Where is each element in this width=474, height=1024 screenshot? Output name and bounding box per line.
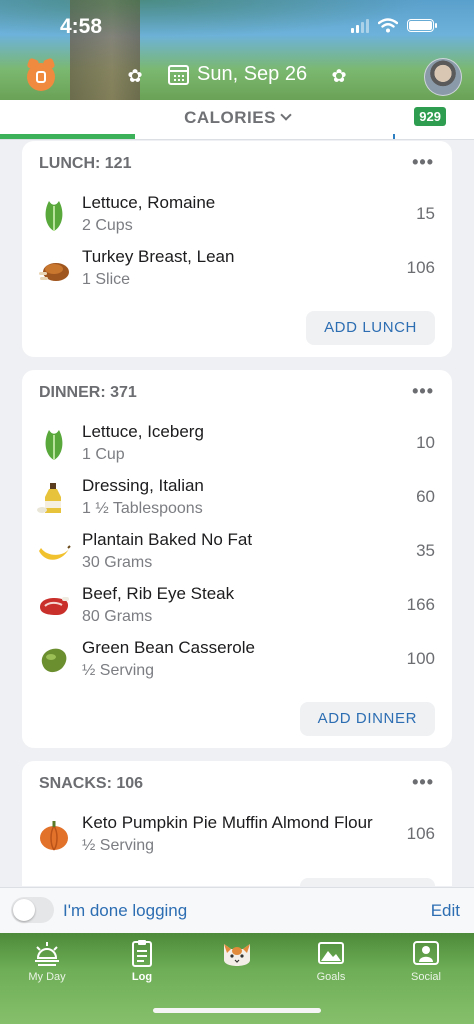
banana-icon (39, 545, 71, 560)
bean-icon (41, 648, 67, 673)
status-time: 4:58 (60, 15, 103, 38)
add-snacks-button[interactable] (300, 878, 435, 886)
food-name: Keto Pumpkin Pie Muffin Almond Flour (82, 813, 373, 832)
achievement-badge-icon[interactable] (27, 63, 55, 91)
food-row[interactable]: Dressing, Italian 1 ½ Tablespoons 60 (22, 474, 452, 528)
food-row[interactable]: Lettuce, Iceberg 1 Cup 10 (22, 420, 452, 474)
food-calories: 35 (416, 541, 435, 560)
food-calories: 15 (416, 204, 435, 223)
food-amount: ½ Serving (82, 837, 155, 854)
steak-icon (40, 597, 69, 615)
tab-label: Goals (316, 971, 346, 983)
people-icon (413, 941, 439, 965)
lettuce-icon (45, 201, 63, 231)
calories-label: CALORIES (184, 108, 276, 127)
next-day-paw-icon[interactable]: ✿ (328, 65, 350, 87)
dinner-card: DINNER: 371 ••• Lettuce, Iceberg 1 Cup 1… (22, 370, 452, 748)
done-logging-label: I'm done logging (63, 901, 188, 920)
food-amount: ½ Serving (82, 662, 155, 679)
food-amount: 30 Grams (82, 554, 153, 571)
turkey-icon (39, 263, 69, 281)
chevron-down-icon (280, 109, 292, 121)
lettuce-icon (45, 430, 63, 460)
done-logging-toggle[interactable] (11, 897, 54, 923)
previous-day-paw-icon[interactable]: ✿ (124, 65, 146, 87)
food-name: Green Bean Casserole (82, 638, 255, 657)
tab-log[interactable]: Log (112, 938, 172, 983)
add-lunch-button[interactable]: ADD LUNCH (306, 311, 435, 345)
food-row[interactable]: Green Bean Casserole ½ Serving 100 (22, 636, 452, 690)
food-amount: 80 Grams (82, 608, 153, 625)
food-name: Dressing, Italian (82, 476, 204, 495)
wifi-icon (378, 18, 398, 33)
food-calories: 166 (406, 595, 435, 614)
tab-mascot[interactable] (207, 938, 267, 975)
tab-label: My Day (28, 971, 66, 983)
snacks-title: SNACKS: 106 (39, 775, 144, 792)
date-selector[interactable]: Sun, Sep 26 (168, 63, 307, 86)
food-name: Turkey Breast, Lean (82, 247, 235, 266)
lunch-card: LUNCH: 121 ••• Lettuce, Romaine 2 Cups 1… (22, 141, 452, 357)
calories-remaining-badge: 929 (414, 107, 446, 126)
lunch-more-icon[interactable]: ••• (412, 152, 434, 173)
food-row[interactable]: Turkey Breast, Lean 1 Slice 106 (22, 245, 452, 299)
calendar-icon (168, 64, 189, 85)
tab-my-day[interactable]: My Day (17, 938, 77, 983)
cat-mascot-icon (224, 944, 250, 966)
dressing-bottle-icon (37, 483, 61, 513)
app-header: 4:58 ✿ Sun, Sep 26 ✿ (0, 0, 474, 100)
status-icons (351, 18, 437, 33)
food-calories: 60 (416, 487, 435, 506)
profile-avatar[interactable] (424, 58, 462, 96)
food-calories: 10 (416, 433, 435, 452)
calories-dropdown[interactable]: CALORIES (0, 108, 474, 128)
current-date: Sun, Sep 26 (197, 63, 308, 85)
dinner-more-icon[interactable]: ••• (412, 381, 434, 402)
snacks-card: SNACKS: 106 ••• Keto Pumpkin Pie Muffin … (22, 761, 452, 886)
tab-label: Log (131, 971, 153, 983)
battery-icon (407, 19, 437, 32)
calories-summary-bar[interactable]: CALORIES 929 (0, 100, 474, 140)
food-row[interactable]: Plantain Baked No Fat 30 Grams 35 (22, 528, 452, 582)
pumpkin-icon (40, 821, 68, 851)
sunrise-icon (35, 942, 59, 966)
food-amount: 2 Cups (82, 217, 133, 234)
add-dinner-button[interactable]: ADD DINNER (299, 702, 435, 736)
food-calories: 106 (406, 258, 435, 277)
snacks-more-icon[interactable]: ••• (412, 772, 434, 793)
food-name: Plantain Baked No Fat (82, 530, 253, 549)
done-logging-bar: I'm done logging Edit (0, 887, 474, 933)
cellular-signal-icon (351, 18, 369, 33)
home-indicator[interactable] (153, 1008, 321, 1013)
clipboard-icon (132, 940, 152, 967)
food-log-list[interactable]: LUNCH: 121 ••• Lettuce, Romaine 2 Cups 1… (0, 141, 474, 886)
tab-label: Social (411, 971, 441, 983)
tab-goals[interactable]: Goals (301, 938, 361, 983)
food-amount: 1 ½ Tablespoons (82, 500, 203, 517)
food-amount: 1 Cup (82, 446, 125, 463)
food-name: Beef, Rib Eye Steak (82, 584, 235, 603)
food-row[interactable]: Keto Pumpkin Pie Muffin Almond Flour ½ S… (22, 811, 452, 865)
mountain-icon (318, 942, 344, 964)
food-name: Lettuce, Iceberg (82, 422, 204, 441)
food-row[interactable]: Beef, Rib Eye Steak 80 Grams 166 (22, 582, 452, 636)
tab-social[interactable]: Social (396, 938, 456, 983)
lunch-title: LUNCH: 121 (39, 155, 132, 172)
calories-goal-marker (393, 134, 395, 139)
food-row[interactable]: Lettuce, Romaine 2 Cups 15 (22, 191, 452, 245)
food-calories: 106 (406, 824, 435, 843)
calories-progress-fill (0, 134, 136, 139)
food-name: Lettuce, Romaine (82, 193, 216, 212)
food-amount: 1 Slice (82, 271, 131, 288)
food-calories: 100 (406, 649, 435, 668)
dinner-title: DINNER: 371 (39, 384, 137, 401)
edit-button[interactable]: Edit (431, 901, 460, 921)
